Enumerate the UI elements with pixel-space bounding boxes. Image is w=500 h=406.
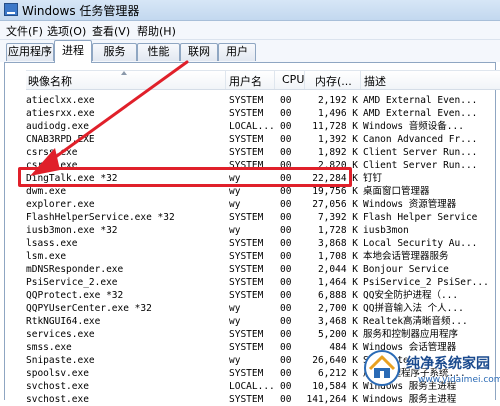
watermark-url: www.yidaimei.com [418,375,500,385]
watermark-title: 纯净系统家园 [406,356,490,372]
tab-processes[interactable]: 进程 [54,40,92,63]
house-logo-icon [364,350,400,386]
watermark: 纯净系统家园 www.yidaimei.com [362,345,500,400]
